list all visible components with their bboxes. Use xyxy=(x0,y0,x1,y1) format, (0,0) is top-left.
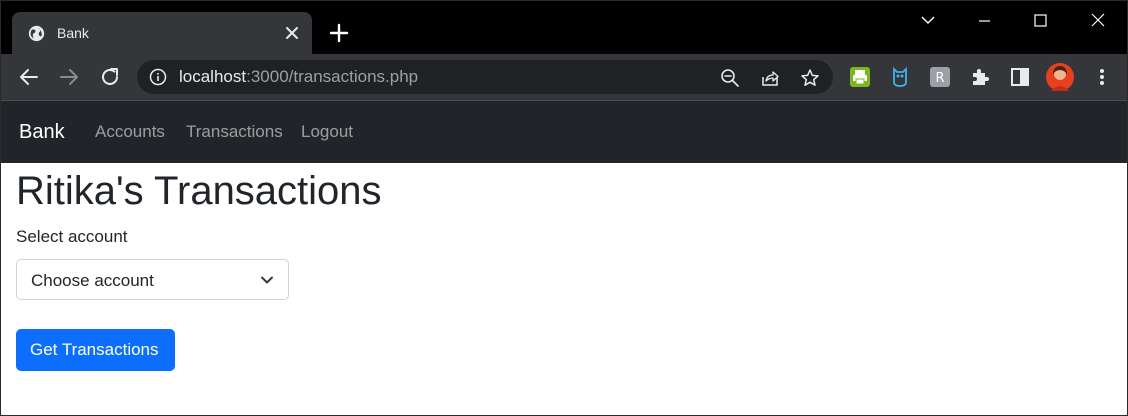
svg-text:R: R xyxy=(935,71,944,86)
url-host: localhost xyxy=(179,67,247,86)
get-transactions-label: Get Transactions xyxy=(30,340,159,359)
puzzle-extensions-icon[interactable] xyxy=(969,66,991,88)
get-transactions-button[interactable]: Get Transactions xyxy=(16,329,175,371)
share-icon[interactable] xyxy=(760,68,780,88)
select-account-label: Select account xyxy=(16,227,128,246)
browser-window: Bank localhost:3000/transactions.php R B… xyxy=(0,0,1128,416)
page-title: Ritika's Transactions xyxy=(16,169,382,213)
title-bar: Bank xyxy=(1,1,1127,54)
back-icon[interactable] xyxy=(17,65,41,89)
tab-title: Bank xyxy=(57,25,89,41)
owl-extension-icon[interactable] xyxy=(889,66,911,88)
url-path: :3000/transactions.php xyxy=(246,67,419,86)
tab-search-chevron-icon[interactable] xyxy=(905,9,951,33)
browser-toolbar: localhost:3000/transactions.php R xyxy=(1,54,1127,101)
browser-tab[interactable]: Bank xyxy=(12,12,312,54)
account-select-value: Choose account xyxy=(31,271,154,290)
chevron-down-icon xyxy=(261,276,273,284)
navbar-brand[interactable]: Bank xyxy=(19,120,65,144)
r-extension-icon[interactable]: R xyxy=(929,66,951,88)
bookmark-star-icon[interactable] xyxy=(800,68,820,88)
minimize-icon[interactable] xyxy=(961,9,1007,33)
maximize-icon[interactable] xyxy=(1017,9,1063,33)
profile-avatar-icon[interactable] xyxy=(1046,63,1074,91)
globe-icon xyxy=(28,25,45,42)
nav-link-accounts[interactable]: Accounts xyxy=(95,122,165,142)
side-panel-icon[interactable] xyxy=(1009,66,1031,88)
account-select[interactable]: Choose account xyxy=(16,259,289,300)
nav-link-transactions[interactable]: Transactions xyxy=(186,122,283,142)
browser-menu-icon[interactable] xyxy=(1091,66,1113,88)
zoom-icon[interactable] xyxy=(720,68,740,88)
forward-icon[interactable] xyxy=(57,65,81,89)
new-tab-icon[interactable] xyxy=(327,21,351,45)
site-info-icon[interactable] xyxy=(149,68,167,86)
close-window-icon[interactable] xyxy=(1074,9,1120,33)
nav-link-logout[interactable]: Logout xyxy=(301,122,353,142)
site-navbar: Bank Accounts Transactions Logout xyxy=(1,101,1127,163)
address-bar[interactable]: localhost:3000/transactions.php xyxy=(137,60,833,94)
reload-icon[interactable] xyxy=(98,65,122,89)
close-tab-icon[interactable] xyxy=(282,23,302,43)
print-extension-icon[interactable] xyxy=(849,66,871,88)
url-text[interactable]: localhost:3000/transactions.php xyxy=(179,68,418,86)
